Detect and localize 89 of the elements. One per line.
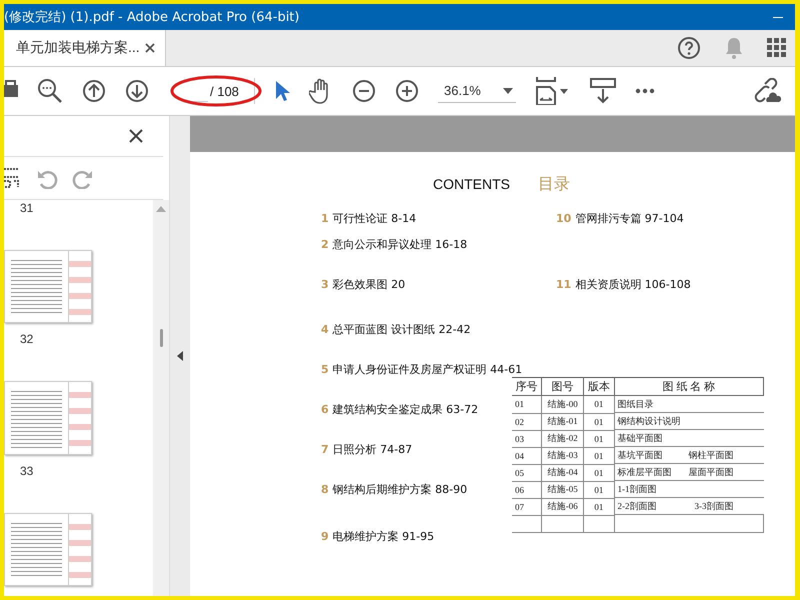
contents-item: 日照分析 74-87 (332, 442, 412, 456)
item-number: 1 (321, 212, 329, 224)
table-cell: 02 (512, 413, 542, 430)
scrollbar[interactable] (153, 200, 169, 596)
page-number-label: 33 (20, 464, 34, 477)
table-cell: 结施-02 (542, 430, 584, 447)
table-cell: 钢结构设计说明 (618, 414, 681, 428)
table-cell: 屋面平面图 (688, 466, 734, 478)
table-cell: 2-2剖面图 (618, 500, 657, 512)
table-cell: 01 (584, 464, 614, 481)
table-cell: 结施-06 (542, 498, 584, 515)
page-fit-icon[interactable] (535, 77, 571, 105)
table-cell: 01 (584, 447, 614, 464)
minimize-icon[interactable] (773, 16, 783, 18)
table-cell: 01 (584, 430, 614, 447)
table-cell: 基础平面图 (618, 432, 663, 444)
table-cell: 01 (512, 396, 542, 413)
contents-item: 钢结构后期维护方案 88-90 (332, 482, 468, 496)
table-cell: 04 (512, 447, 542, 464)
contents-item: 电梯维护方案 91-95 (332, 528, 434, 544)
link-cloud-icon[interactable] (753, 78, 781, 104)
zoom-out-icon[interactable] (352, 79, 376, 103)
table-cell: 基坑平面图 (618, 448, 663, 462)
contents-item: 管网排污专篇 97-104 (575, 210, 684, 226)
zoom-in-icon[interactable] (395, 79, 419, 103)
contents-item: 申请人身份证件及房屋产权证明 44-61 (332, 362, 522, 376)
item-number: 6 (321, 402, 329, 416)
window-title: (修改完结) (1).pdf - Adobe Acrobat Pro (64-bit) (4, 9, 300, 26)
item-number: 8 (321, 482, 329, 496)
table-cell: 01 (584, 498, 614, 515)
page-number-label: 32 (20, 333, 34, 346)
column-header: 序号 (512, 378, 542, 396)
table-cell: 06 (512, 481, 542, 498)
keyboard-download-icon[interactable] (590, 77, 616, 105)
table-cell: 结施-01 (542, 413, 584, 430)
caret-icon (502, 88, 513, 94)
contents-item: 相关资质说明 106-108 (575, 276, 691, 292)
table-cell: 01 (584, 396, 614, 413)
item-number: 4 (321, 322, 329, 336)
contents-heading-cn: 目录 (538, 174, 570, 195)
table-cell: 结施-05 (542, 481, 584, 498)
close-icon[interactable] (129, 129, 143, 143)
table-cell: 结施-03 (542, 447, 584, 464)
contents-item: 可行性论证 8-14 (332, 210, 416, 226)
table-cell: 03 (512, 430, 542, 447)
page-thumbnail[interactable] (4, 381, 92, 455)
previous-page-icon[interactable] (82, 79, 106, 103)
collapse-arrow-icon[interactable] (177, 351, 183, 361)
help-icon[interactable] (677, 36, 701, 60)
table-cell: 钢柱平面图 (688, 448, 734, 462)
more-icon[interactable] (635, 88, 655, 94)
table-cell: 07 (512, 498, 542, 515)
item-number: 5 (321, 362, 329, 376)
column-header: 图号 (542, 378, 584, 396)
table-cell: 图纸目录 (618, 398, 654, 410)
table-cell: 标准层平面图 (618, 466, 672, 478)
table-cell: 结施-00 (542, 396, 584, 413)
table-cell: 1-1剖面图 (618, 482, 657, 496)
page-options-icon[interactable] (4, 167, 22, 189)
next-page-icon[interactable] (125, 79, 149, 103)
table-cell: 05 (512, 464, 542, 481)
item-number: 11 (556, 278, 572, 290)
item-number: 10 (556, 212, 572, 224)
item-number: 3 (321, 278, 329, 290)
table-cell: 01 (584, 481, 614, 498)
column-header: 图 纸 名 称 (614, 378, 764, 396)
item-number: 2 (321, 238, 329, 250)
document-tab[interactable]: 单元加装电梯方案... (4, 30, 166, 66)
page-thumbnail[interactable] (4, 250, 92, 324)
tab-label: 单元加装电梯方案... (16, 39, 140, 57)
contents-item: 总平面蓝图 设计图纸 22-42 (332, 322, 471, 336)
page-count: / 108 (210, 84, 239, 98)
apps-grid-icon[interactable] (767, 38, 787, 58)
column-header: 版本 (584, 378, 614, 396)
contents-item: 意向公示和异议处理 16-18 (332, 236, 468, 252)
table-cell: 结施-04 (542, 464, 584, 481)
contents-item: 建筑结构安全鉴定成果 63-72 (332, 402, 478, 416)
table-cell: 3-3剖面图 (694, 500, 734, 512)
table-cell: 01 (584, 413, 614, 430)
item-number: 9 (321, 530, 329, 542)
page-thumbnail[interactable] (4, 512, 92, 586)
contents-heading: CONTENTS (433, 176, 510, 192)
zoom-dropdown[interactable]: 36.1% (438, 79, 516, 103)
item-number: 7 (321, 442, 329, 456)
contents-item: 彩色效果图 20 (332, 276, 406, 292)
pointer-arrow-icon[interactable] (274, 80, 290, 102)
close-icon[interactable] (145, 43, 155, 53)
page-number-label: 31 (20, 202, 34, 214)
zoom-search-icon[interactable] (37, 78, 63, 104)
